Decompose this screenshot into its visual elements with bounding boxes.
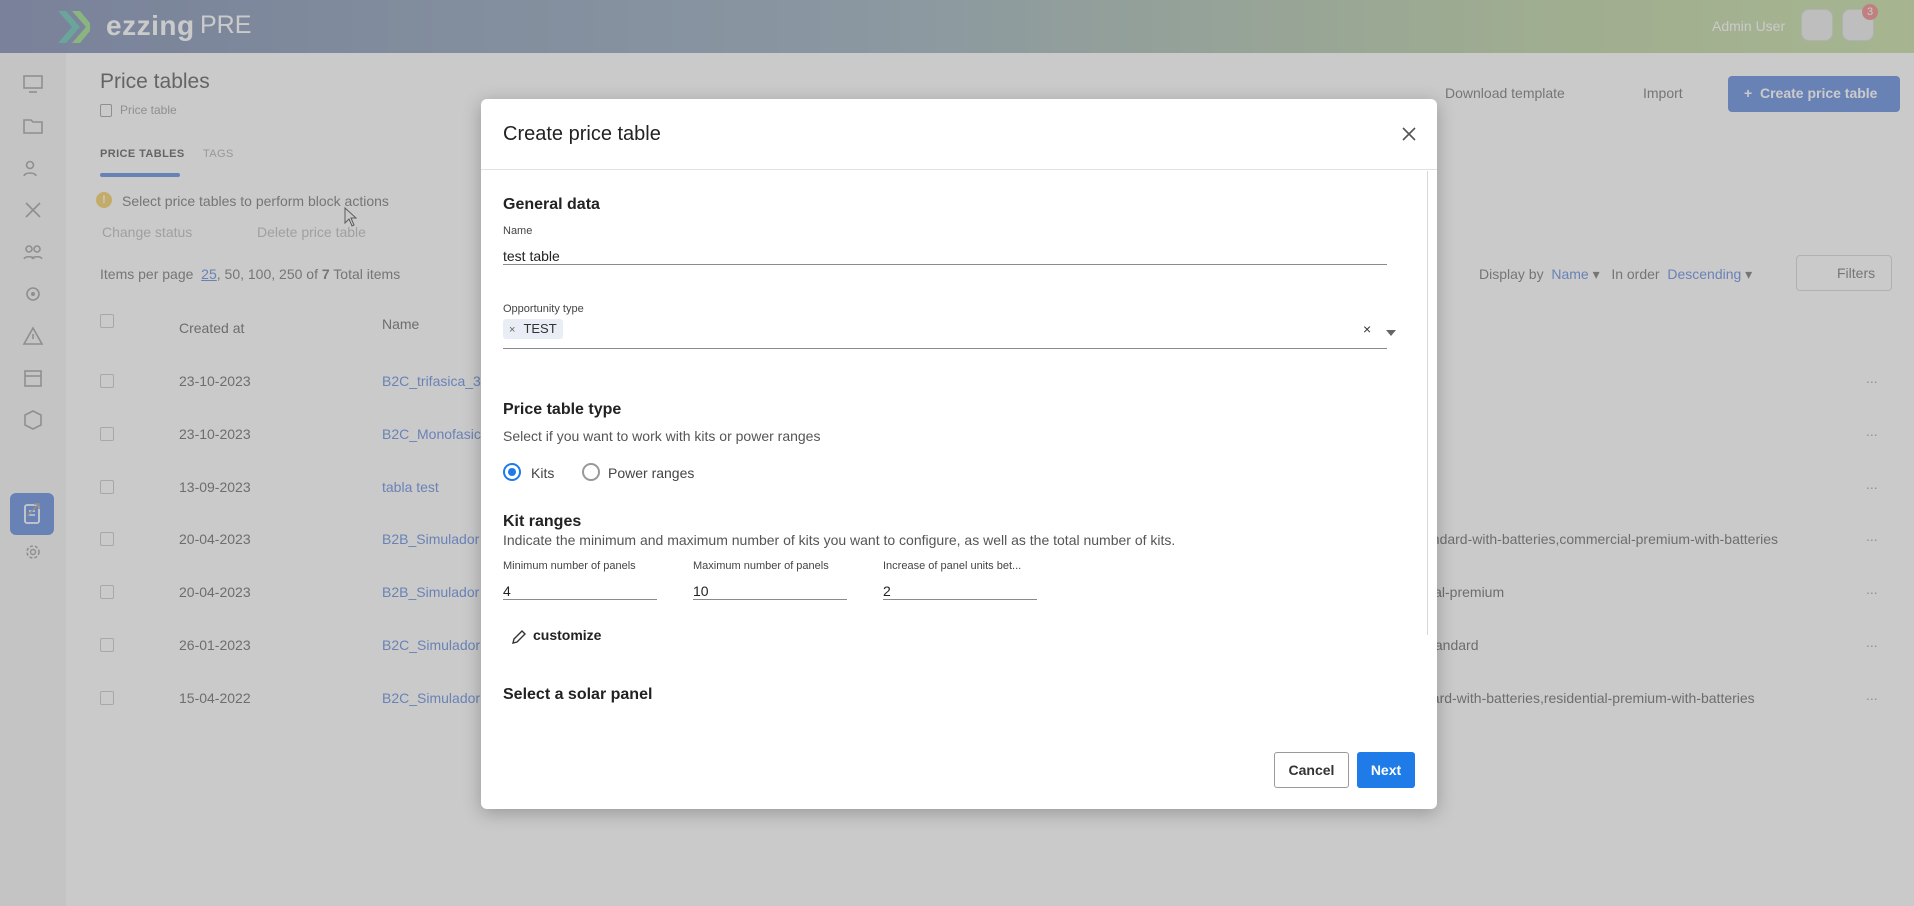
- increase-panels-label: Increase of panel units bet...: [883, 560, 1022, 572]
- kit-ranges-title: Kit ranges: [503, 513, 582, 530]
- power-ranges-radio[interactable]: [582, 463, 600, 481]
- close-icon[interactable]: [1398, 123, 1420, 145]
- increase-panels-underline: [883, 599, 1037, 600]
- general-data-title: General data: [503, 196, 600, 213]
- cancel-button[interactable]: Cancel: [1274, 752, 1349, 788]
- dialog-title: Create price table: [503, 123, 661, 145]
- min-panels-underline: [503, 599, 657, 600]
- max-panels-input[interactable]: 10: [693, 583, 709, 599]
- next-button[interactable]: Next: [1357, 752, 1415, 788]
- name-input[interactable]: test table: [503, 248, 560, 264]
- customize-link[interactable]: customize: [533, 627, 601, 643]
- opportunity-type-label: Opportunity type: [503, 303, 584, 315]
- kit-ranges-helper: Indicate the minimum and maximum number …: [503, 532, 1176, 548]
- dialog-scrollbar[interactable]: [1427, 171, 1433, 635]
- kits-radio-label[interactable]: Kits: [531, 465, 554, 481]
- price-table-type-helper: Select if you want to work with kits or …: [503, 428, 821, 444]
- pencil-icon: [512, 630, 526, 644]
- chip-label: TEST: [523, 321, 557, 336]
- create-price-table-dialog: Create price table General data Name tes…: [481, 99, 1437, 809]
- dialog-header: Create price table: [481, 99, 1437, 170]
- max-panels-underline: [693, 599, 847, 600]
- min-panels-label: Minimum number of panels: [503, 560, 636, 572]
- increase-panels-input[interactable]: 2: [883, 583, 891, 599]
- min-panels-input[interactable]: 4: [503, 583, 511, 599]
- kits-radio[interactable]: [503, 463, 521, 481]
- max-panels-label: Maximum number of panels: [693, 560, 829, 572]
- power-ranges-radio-label[interactable]: Power ranges: [608, 465, 694, 481]
- clear-selection-icon[interactable]: ×: [1363, 321, 1371, 337]
- opportunity-type-underline: [503, 348, 1387, 349]
- solar-panel-title: Select a solar panel: [503, 686, 653, 703]
- chip-remove-icon[interactable]: ×: [509, 324, 515, 336]
- opportunity-type-chip: × TEST: [503, 319, 563, 339]
- chevron-down-icon[interactable]: [1386, 330, 1396, 336]
- name-underline: [503, 264, 1387, 265]
- price-table-type-title: Price table type: [503, 401, 622, 418]
- name-label: Name: [503, 225, 533, 237]
